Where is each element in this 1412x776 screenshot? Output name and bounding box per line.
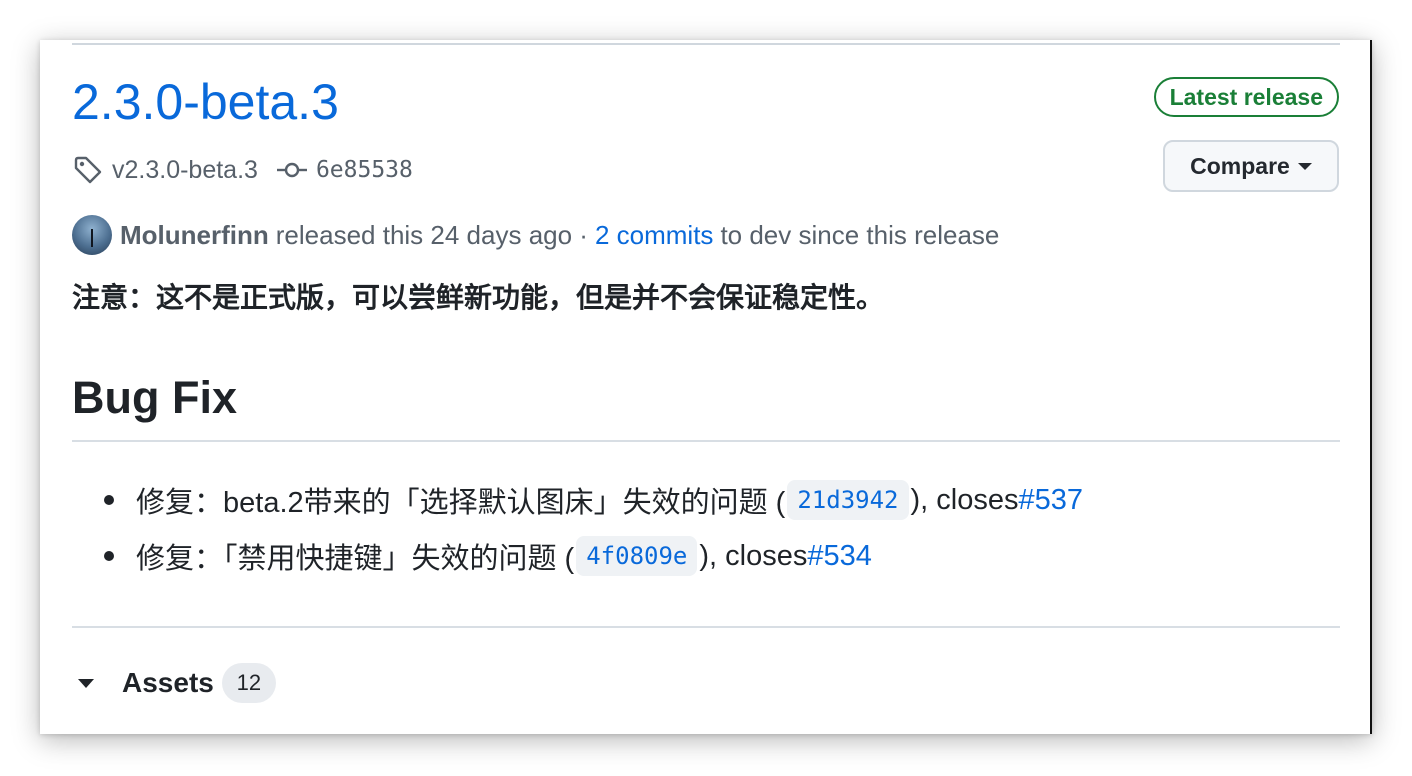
- release-title-link[interactable]: 2.3.0-beta.3: [72, 70, 339, 134]
- assets-count-badge: 12: [221, 663, 276, 703]
- tag-icon: [72, 154, 104, 186]
- commits-suffix-text: to dev since this release: [720, 219, 1000, 250]
- compare-button[interactable]: Compare: [1163, 140, 1339, 192]
- author-link[interactable]: Molunerfinn: [120, 220, 269, 251]
- list-item-middle: ), closes: [699, 539, 808, 572]
- commit-link[interactable]: 6e85538: [276, 157, 413, 183]
- list-item: 修复：beta.2带来的「选择默认图床」失效的问题 ( 21d3942 ), c…: [72, 472, 1083, 528]
- avatar[interactable]: [72, 215, 112, 255]
- commit-code-link[interactable]: 4f0809e: [576, 536, 698, 576]
- list-item-middle: ), closes: [910, 483, 1019, 516]
- release-author-row: Molunerfinn released this 24 days ago · …: [72, 214, 999, 256]
- assets-label: Assets: [122, 667, 214, 698]
- list-item: 修复：「禁用快捷键」失效的问题 ( 4f0809e ), closes #534: [72, 528, 1083, 584]
- compare-label: Compare: [1190, 152, 1290, 179]
- assets-toggle[interactable]: Assets 12: [78, 662, 276, 704]
- release-meta-row: v2.3.0-beta.3 6e85538: [72, 150, 413, 190]
- commit-code-link[interactable]: 21d3942: [787, 480, 909, 520]
- dropdown-caret-icon: [1297, 162, 1312, 170]
- commit-sha: 6e85538: [315, 157, 413, 183]
- bullet-icon: [104, 551, 114, 561]
- commits-since-link[interactable]: 2 commits: [595, 220, 713, 251]
- bug-fix-heading: Bug Fix: [72, 372, 237, 423]
- bug-fix-list: 修复：beta.2带来的「选择默认图床」失效的问题 ( 21d3942 ), c…: [72, 472, 1083, 584]
- released-text: released this 24 days ago ·: [275, 219, 588, 250]
- release-note: 注意：这不是正式版，可以尝鲜新功能，但是并不会保证稳定性。: [72, 282, 885, 313]
- issue-link[interactable]: #534: [807, 540, 872, 573]
- tag-link[interactable]: v2.3.0-beta.3: [72, 154, 258, 186]
- git-commit-icon: [276, 161, 308, 179]
- disclosure-triangle-icon: [78, 678, 94, 688]
- list-item-text: 修复：「禁用快捷键」失效的问题 (: [136, 543, 575, 575]
- top-divider: [72, 43, 1340, 45]
- tag-name: v2.3.0-beta.3: [112, 155, 258, 184]
- heading-divider: [72, 440, 1340, 442]
- latest-release-badge: Latest release: [1153, 77, 1339, 117]
- bullet-icon: [104, 495, 114, 505]
- list-item-text: 修复：beta.2带来的「选择默认图床」失效的问题 (: [136, 487, 786, 519]
- release-card: 2.3.0-beta.3 Latest release Compare v2.3…: [40, 40, 1372, 734]
- bottom-divider: [72, 626, 1340, 628]
- issue-link[interactable]: #537: [1018, 484, 1083, 517]
